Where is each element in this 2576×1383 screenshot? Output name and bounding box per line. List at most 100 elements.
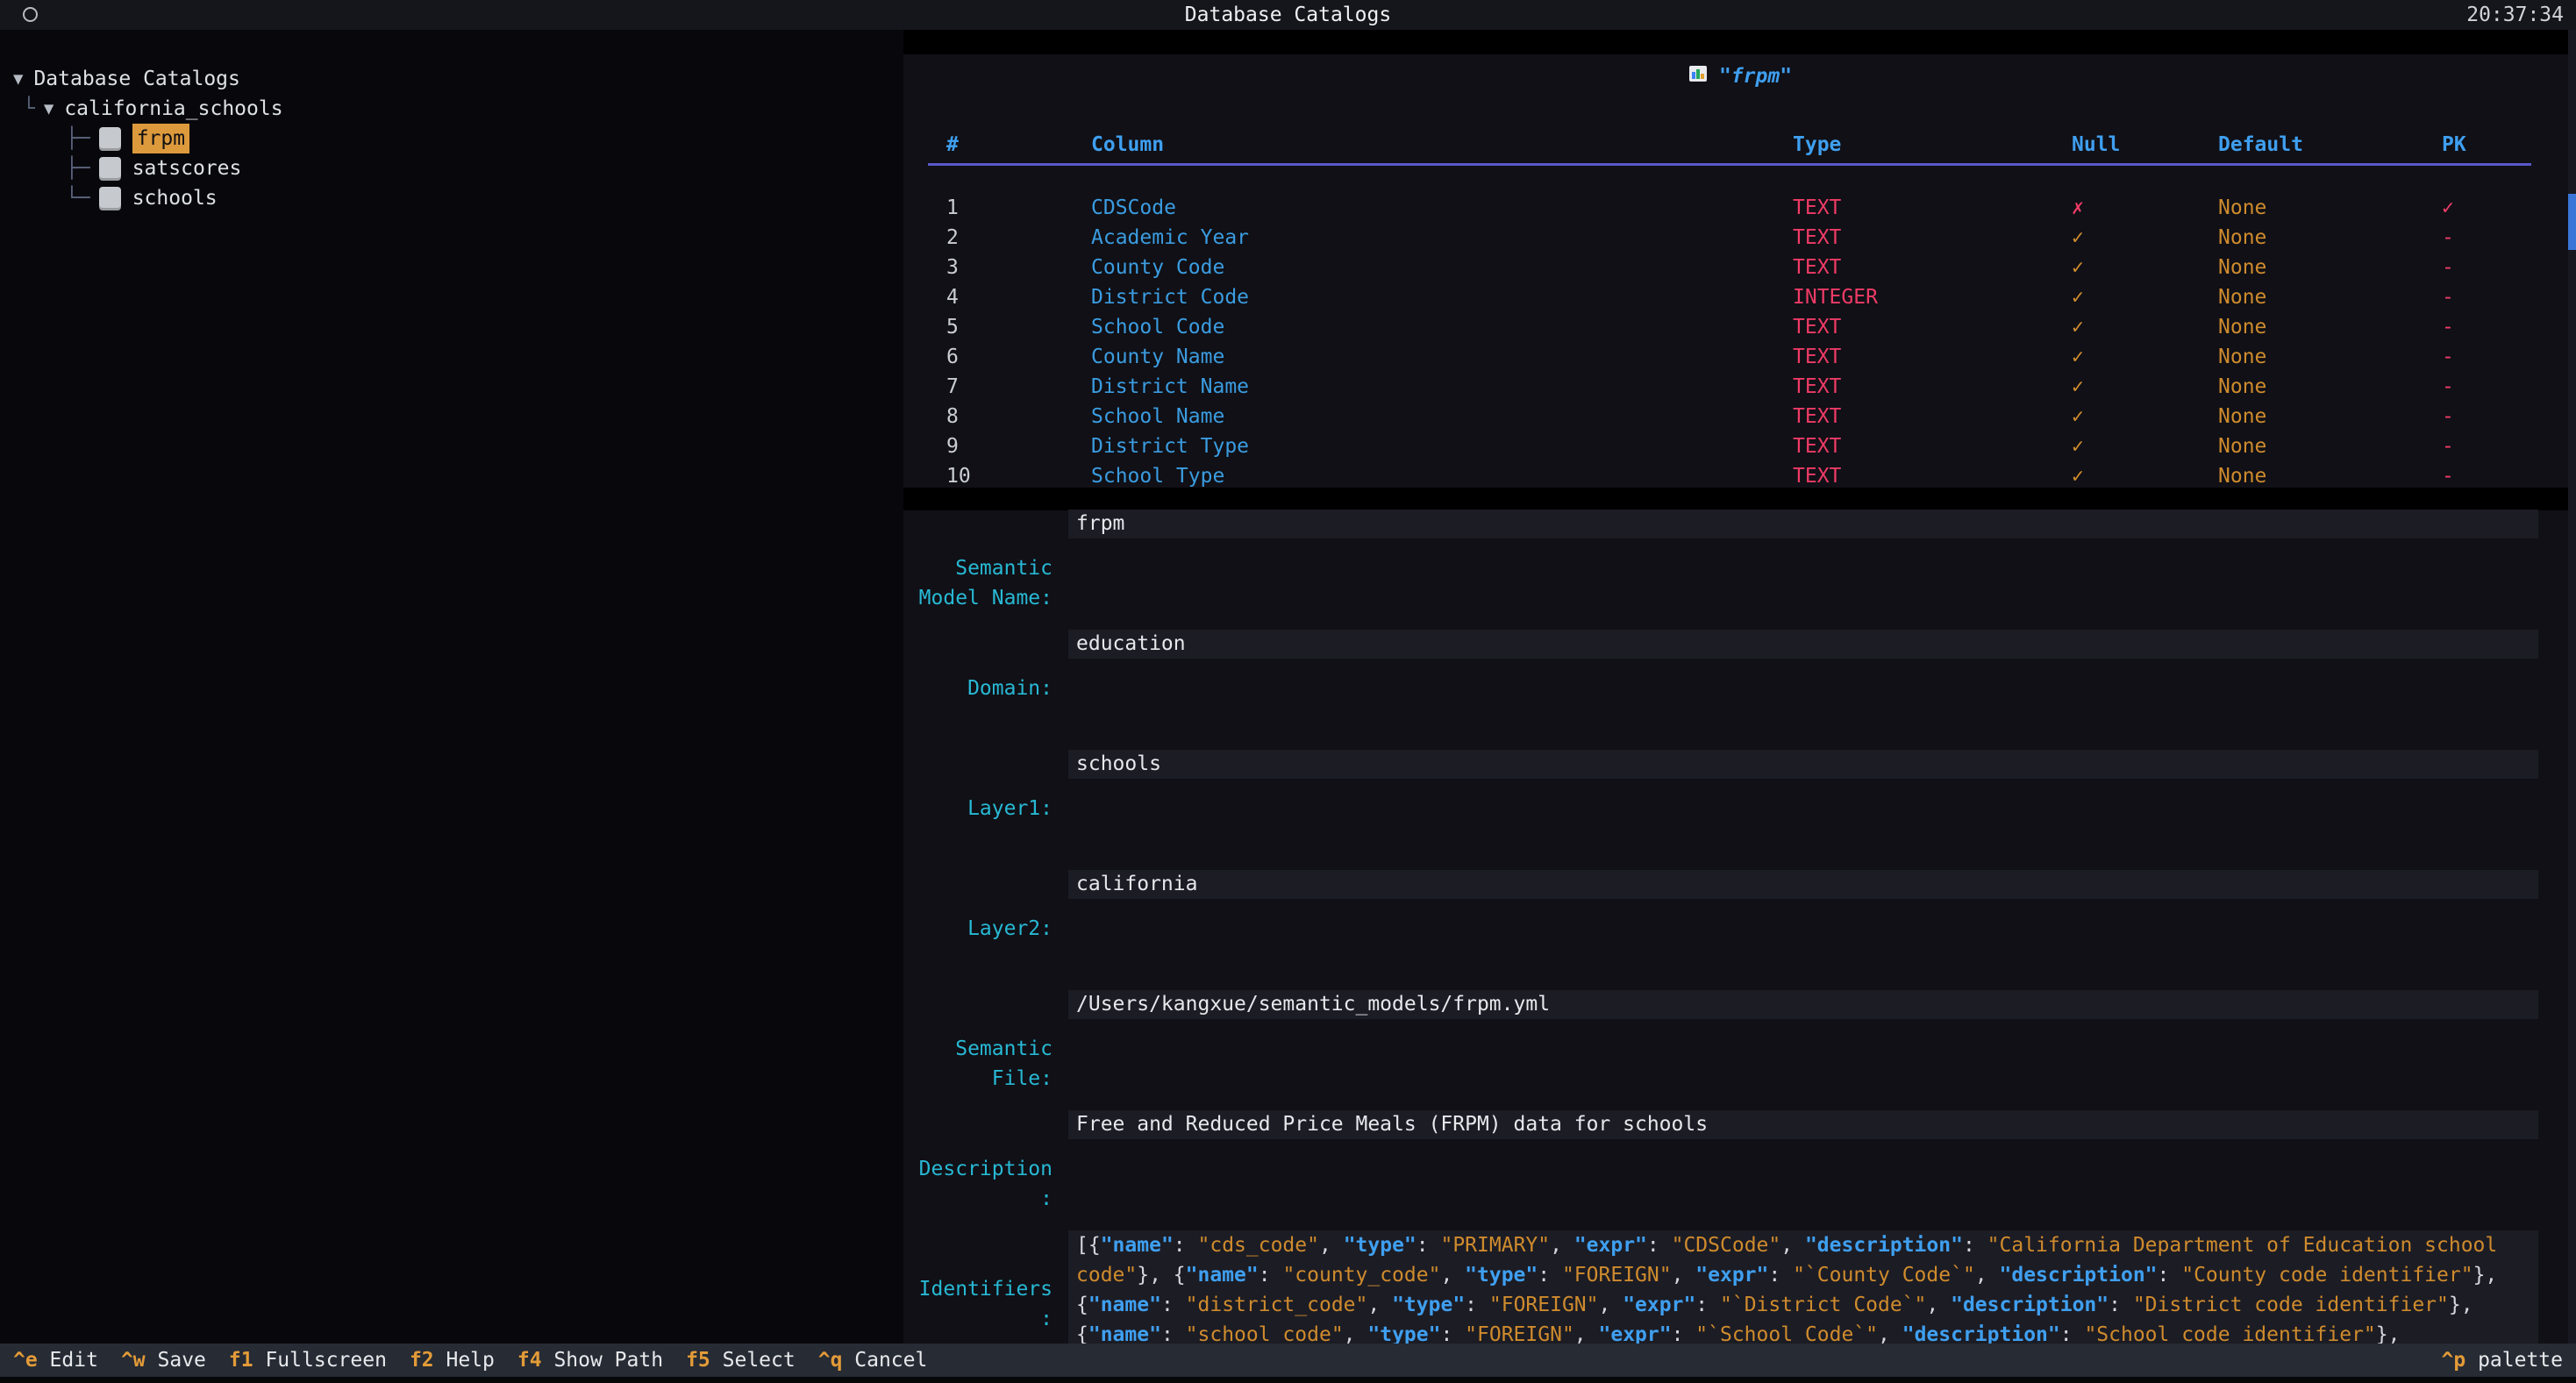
table-title: "frpm" [903,61,2576,91]
field-input[interactable]: education [1068,630,2538,659]
cell-default: None [2218,253,2442,282]
field-input[interactable]: /Users/kangxue/semantic_models/frpm.yml [1068,990,2538,1019]
cell-index: 4 [928,282,1091,312]
tree-item-california_schools[interactable]: └▼california_schools [0,94,903,124]
json-token: , [1878,1323,1902,1344]
shortcut-select[interactable]: f5 Select [686,1349,796,1372]
table-icon [99,187,121,210]
field-label: Description: [903,1154,1053,1214]
identifiers-input[interactable]: [{"name": "cds_code", "type": "PRIMARY",… [1068,1230,2538,1344]
tree-item-frpm[interactable]: ├─ frpm [0,124,903,153]
cell-type: TEXT [1793,431,2072,461]
table-row[interactable]: 3County CodeTEXT✓None- [928,253,2531,282]
field-input[interactable]: california [1068,870,2538,899]
table-icon [99,127,121,151]
json-token: : [1963,1234,1987,1257]
cell-nullable: ✓ [2072,223,2218,253]
shortcut-edit[interactable]: ^e Edit [13,1349,98,1372]
table-row[interactable]: 1CDSCodeTEXT✗None✓ [928,193,2531,223]
table-row[interactable]: 8School NameTEXT✓None- [928,402,2531,431]
tree-item-label: satscores [132,153,242,183]
shortcut-key: ^w [121,1349,146,1372]
shortcut-label: Select [710,1349,796,1372]
shortcut-show-path[interactable]: f4 Show Path [517,1349,663,1372]
tree-item-label: schools [132,183,218,213]
table-row[interactable]: 10School TypeTEXT✓None- [928,461,2531,491]
column-header-default[interactable]: Default [2218,128,2442,161]
tree-item-satscores[interactable]: ├─ satscores [0,153,903,183]
table-row[interactable]: 2Academic YearTEXT✓None- [928,223,2531,253]
column-header-pk[interactable]: PK [2442,128,2531,161]
field-input[interactable]: frpm [1068,510,2538,538]
json-token: "expr" [1695,1264,1768,1287]
shortcut-help[interactable]: f2 Help [410,1349,495,1372]
field-value-text: california [1076,873,1197,895]
field-value-text: Free and Reduced Price Meals (FRPM) data… [1076,1113,1708,1136]
table-row[interactable]: 9District TypeTEXT✓None- [928,431,2531,461]
shortcut-fullscreen[interactable]: f1 Fullscreen [229,1349,387,1372]
cell-column-name: District Type [1091,431,1793,461]
json-token: , [1672,1264,1696,1287]
json-token: "name" [1101,1234,1174,1257]
bottom-strip [0,1377,2576,1383]
cell-type: TEXT [1793,223,2072,253]
tree-item-schools[interactable]: └─schools [0,183,903,213]
cell-default: None [2218,461,2442,491]
json-token: , [1780,1234,1805,1257]
json-token: "expr" [1599,1323,1672,1344]
json-line: [{"name": "cds_code", "type": "PRIMARY",… [1076,1230,2538,1260]
shortcut-key: f5 [686,1349,710,1372]
shortcut-palette[interactable]: ^p palette [2442,1349,2563,1372]
shortcut-label: Show Path [542,1349,663,1372]
cell-index: 2 [928,223,1091,253]
table-row[interactable]: 6County NameTEXT✓None- [928,342,2531,372]
shortcut-label: Help [434,1349,495,1372]
shortcut-cancel[interactable]: ^q Cancel [818,1349,928,1372]
table-row[interactable]: 7District NameTEXT✓None- [928,372,2531,402]
cell-pk: - [2442,223,2531,253]
cell-pk: - [2442,402,2531,431]
field-value-text: education [1076,632,1186,655]
catalog-tree: ▼Database Catalogs└▼california_schools├─… [0,30,903,213]
field-input[interactable]: Free and Reduced Price Meals (FRPM) data… [1068,1110,2538,1139]
column-header-index[interactable]: # [928,128,1091,161]
chevron-down-icon: ▼ [13,69,23,89]
json-token: "description" [1805,1234,1963,1257]
statusbar-right: ^p palette [2442,1349,2563,1372]
json-token: : [1465,1294,1489,1316]
cell-default: None [2218,402,2442,431]
shortcut-save[interactable]: ^w Save [121,1349,206,1372]
table-row[interactable]: 4District CodeINTEGER✓None- [928,282,2531,312]
tree-item-label: frpm [132,124,189,153]
json-token: : [2158,1264,2182,1287]
cell-column-name: County Name [1091,342,1793,372]
field-input[interactable]: schools [1068,750,2538,779]
statusbar: ^e Edit ^w Save f1 Fullscreen f2 Help f4 Sho… [0,1344,2576,1377]
json-token: "FOREIGN" [1489,1294,1599,1316]
column-header-type[interactable]: Type [1793,128,2072,161]
tree-connector: ├─ [66,157,90,180]
json-token: : [1161,1323,1186,1344]
column-header-column[interactable]: Column [1091,128,1793,161]
json-token: , [1367,1294,1392,1316]
cell-type: TEXT [1793,342,2072,372]
field-label-line: Layer2: [903,914,1053,944]
json-token: : [1538,1264,1562,1287]
cell-nullable: ✓ [2072,402,2218,431]
cell-nullable: ✗ [2072,193,2218,223]
cell-default: None [2218,312,2442,342]
tree-item-root[interactable]: ▼Database Catalogs [0,64,903,94]
cell-column-name: School Type [1091,461,1793,491]
cell-index: 10 [928,461,1091,491]
scrollbar-thumb[interactable] [2568,194,2576,250]
detail-panel: "frpm" # Column Type Null Default PK 1CD… [903,30,2576,1344]
cell-column-name: CDSCode [1091,193,1793,223]
table-row[interactable]: 5School CodeTEXT✓None- [928,312,2531,342]
tree-connector: ├─ [66,127,90,150]
column-header-null[interactable]: Null [2072,128,2218,161]
json-token: : [1416,1234,1441,1257]
shortcut-key: f1 [229,1349,253,1372]
scrollbar[interactable] [2568,30,2576,1344]
table-header-row: # Column Type Null Default PK [928,128,2531,161]
json-token: }, [2449,1294,2473,1316]
